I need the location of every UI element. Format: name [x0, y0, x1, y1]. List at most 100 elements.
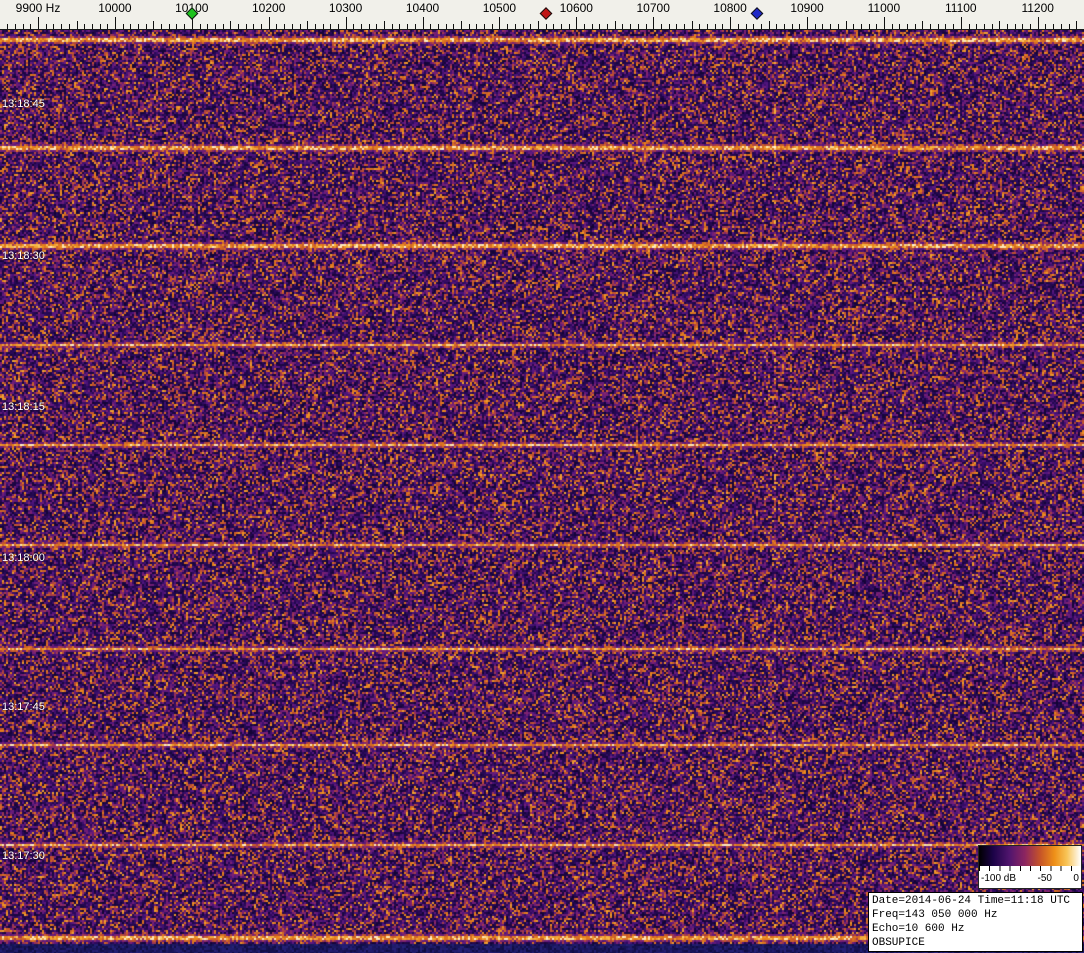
ruler-tick	[1045, 24, 1047, 29]
ruler-tick	[299, 24, 301, 29]
ruler-tick	[499, 17, 501, 29]
info-line-echo: Echo=10 600 Hz	[872, 923, 965, 935]
ruler-tick	[1060, 24, 1062, 29]
freq-tick-label: 11200	[1021, 1, 1054, 15]
ruler-tick	[930, 24, 931, 29]
ruler-tick	[61, 24, 63, 29]
frequency-marker-red-diamond-icon[interactable]	[539, 7, 552, 20]
ruler-tick	[576, 17, 578, 29]
ruler-tick	[414, 24, 416, 29]
ruler-tick	[476, 24, 478, 29]
ruler-tick	[668, 24, 670, 29]
ruler-tick	[753, 24, 755, 29]
ruler-tick	[807, 17, 808, 29]
ruler-tick	[353, 24, 355, 29]
ruler-tick	[968, 24, 970, 29]
ruler-tick	[184, 24, 186, 29]
ruler-tick	[507, 24, 509, 29]
ruler-tick	[38, 17, 39, 29]
ruler-tick	[914, 24, 916, 29]
ruler-tick	[1076, 21, 1078, 29]
legend-label-min: -100 dB	[981, 873, 1017, 884]
ruler-tick	[107, 24, 109, 29]
ruler-tick	[553, 24, 555, 29]
ruler-tick	[176, 24, 178, 29]
info-line-station: OBSUPICE	[872, 937, 925, 949]
ruler-tick	[714, 24, 716, 29]
ruler-tick	[899, 24, 901, 29]
ruler-tick	[368, 24, 370, 29]
ruler-tick	[460, 21, 462, 29]
ruler-tick	[114, 17, 116, 29]
ruler-tick	[330, 24, 332, 29]
ruler-tick	[660, 24, 662, 29]
freq-tick-label: 10600	[559, 1, 593, 15]
info-box: Date=2014-06-24 Time=11:18 UTC Freq=143 …	[868, 892, 1083, 952]
freq-tick-label: 10700	[636, 1, 670, 15]
ruler-tick	[453, 24, 455, 29]
ruler-tick	[560, 24, 562, 29]
ruler-tick	[399, 24, 401, 29]
ruler-tick	[268, 17, 270, 29]
ruler-tick	[799, 24, 801, 29]
ruler-tick	[1014, 24, 1016, 29]
ruler-tick	[276, 24, 278, 29]
ruler-tick	[745, 24, 747, 29]
ruler-tick	[937, 24, 939, 29]
ruler-tick	[214, 24, 216, 29]
ruler-tick	[314, 24, 316, 29]
ruler-tick	[791, 24, 793, 29]
ruler-tick	[130, 24, 132, 29]
time-label: 13:18:15	[2, 401, 45, 413]
ruler-tick	[1030, 24, 1031, 29]
ruler-tick	[422, 17, 424, 29]
ruler-tick	[860, 24, 862, 29]
ruler-tick	[730, 17, 732, 29]
ruler-tick	[122, 24, 124, 29]
ruler-tick	[853, 24, 855, 29]
ruler-tick	[737, 24, 739, 29]
ruler-tick	[845, 21, 847, 29]
freq-tick-label: 10800	[713, 1, 747, 15]
ruler-tick	[537, 21, 539, 29]
ruler-tick	[722, 24, 724, 29]
ruler-tick	[976, 24, 978, 29]
ruler-tick	[684, 24, 685, 29]
ruler-tick	[384, 21, 386, 29]
ruler-tick	[291, 24, 293, 29]
ruler-tick	[345, 17, 347, 29]
ruler-tick	[1068, 24, 1070, 29]
ruler-tick	[584, 24, 585, 29]
ruler-tick	[830, 24, 832, 29]
ruler-tick	[1022, 24, 1024, 29]
ruler-tick	[76, 21, 78, 29]
time-label: 13:18:45	[2, 98, 45, 110]
freq-tick-label: 10900	[790, 1, 824, 15]
ruler-tick	[68, 24, 70, 29]
ruler-tick	[253, 24, 255, 29]
ruler-tick	[983, 24, 985, 29]
frequency-marker-blue-diamond-icon[interactable]	[750, 7, 764, 20]
ruler-tick	[883, 17, 885, 29]
ruler-tick	[337, 24, 339, 29]
ruler-tick	[84, 24, 86, 29]
freq-tick-label: 11100	[945, 1, 977, 15]
frequency-ruler[interactable]: 9900 Hz100001010010200103001040010500106…	[0, 0, 1084, 30]
spectrum-waterfall-app: 9900 Hz100001010010200103001040010500106…	[0, 0, 1084, 953]
waterfall-display[interactable]	[0, 30, 1084, 953]
ruler-tick	[361, 24, 362, 29]
info-line-date: Date=2014-06-24 Time=11:18 UTC	[872, 895, 1071, 907]
freq-tick-label: 10000	[98, 1, 132, 15]
time-label: 13:17:30	[2, 850, 45, 862]
ruler-tick	[161, 24, 162, 29]
ruler-tick	[691, 21, 693, 29]
legend-label-max: 0	[1073, 873, 1079, 884]
ruler-tick	[153, 21, 155, 29]
ruler-tick	[437, 24, 439, 29]
ruler-tick	[637, 24, 639, 29]
ruler-tick	[168, 24, 170, 29]
ruler-tick	[645, 24, 647, 29]
ruler-tick	[1037, 17, 1039, 29]
legend-gradient-bar	[979, 846, 1081, 866]
ruler-tick	[999, 21, 1001, 29]
